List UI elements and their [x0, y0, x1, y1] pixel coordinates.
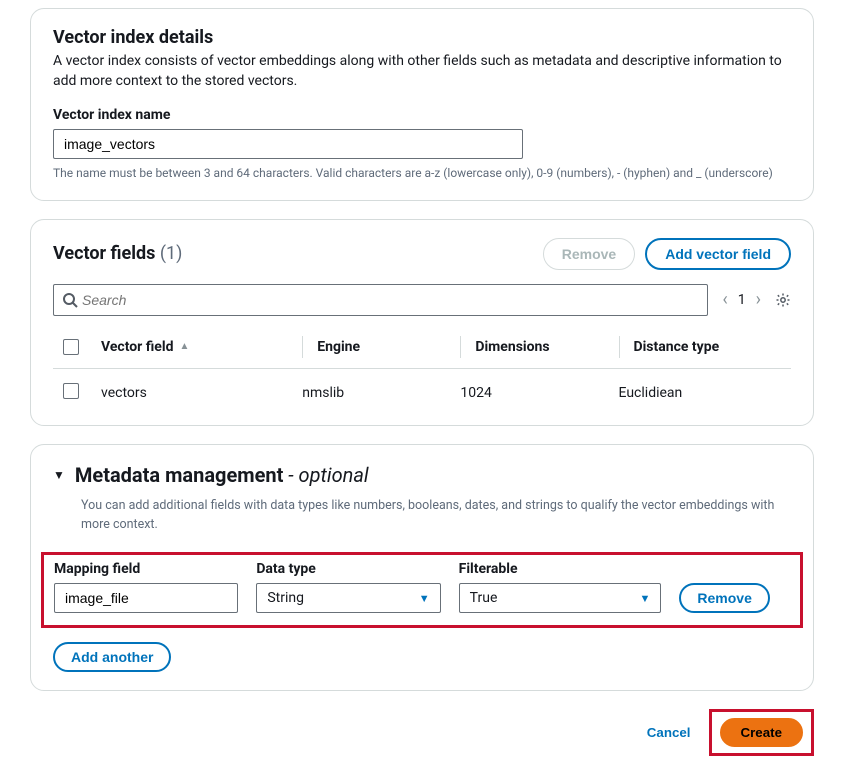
search-icon: [62, 292, 78, 308]
row-checkbox[interactable]: [63, 383, 79, 399]
remove-metadata-button[interactable]: Remove: [679, 583, 769, 613]
dropdown-icon: ▼: [640, 592, 651, 605]
vector-fields-panel: Vector fields (1) Remove Add vector fiel…: [30, 219, 814, 426]
index-name-input[interactable]: [53, 129, 523, 159]
data-type-value: String: [267, 590, 304, 606]
col-distance[interactable]: Distance type: [634, 339, 720, 355]
vector-fields-count: (1): [160, 243, 183, 264]
col-engine[interactable]: Engine: [317, 339, 360, 355]
vector-fields-title: Vector fields (1): [53, 243, 182, 264]
index-name-helper: The name must be between 3 and 64 charac…: [53, 165, 791, 182]
create-button-highlight: Create: [709, 709, 815, 756]
add-another-button[interactable]: Add another: [53, 642, 171, 672]
vector-fields-title-text: Vector fields: [53, 243, 155, 264]
metadata-description: You can add additional fields with data …: [81, 497, 791, 535]
add-vector-field-button[interactable]: Add vector field: [645, 238, 791, 270]
cell-distance: Euclidiean: [619, 385, 792, 401]
settings-icon[interactable]: [775, 292, 791, 308]
dropdown-icon: ▼: [419, 592, 430, 605]
col-filterable: Filterable: [459, 561, 662, 577]
col-vector-field[interactable]: Vector field: [101, 339, 173, 355]
create-button[interactable]: Create: [720, 718, 804, 747]
vector-fields-table-header: Vector field ▲ Engine Dimensions Distanc…: [53, 326, 791, 369]
search-box[interactable]: [53, 284, 708, 316]
col-data-type: Data type: [256, 561, 440, 577]
cell-engine: nmslib: [302, 385, 460, 401]
footer-actions: Cancel Create: [30, 709, 814, 756]
cell-dimensions: 1024: [460, 385, 618, 401]
next-page-icon[interactable]: ›: [756, 289, 761, 310]
filterable-value: True: [470, 590, 498, 606]
mapping-field-input[interactable]: [54, 583, 238, 613]
cell-vector-field: vectors: [101, 385, 302, 401]
metadata-optional-suffix: - optional: [283, 463, 368, 487]
table-row: vectors nmslib 1024 Euclidiean: [53, 369, 791, 407]
section-title: Vector index details: [53, 27, 791, 48]
filterable-select[interactable]: True ▼: [459, 583, 662, 613]
metadata-title-text: Metadata management: [75, 463, 283, 487]
search-input[interactable]: [78, 289, 699, 311]
metadata-row-highlight: Mapping field Data type Filterable Strin…: [41, 552, 803, 628]
index-name-label: Vector index name: [53, 107, 791, 123]
data-type-select[interactable]: String ▼: [256, 583, 440, 613]
select-all-checkbox[interactable]: [63, 339, 79, 355]
pager: ‹ 1 ›: [722, 289, 761, 310]
sort-icon[interactable]: ▲: [179, 341, 189, 352]
col-mapping-field: Mapping field: [54, 561, 238, 577]
prev-page-icon[interactable]: ‹: [722, 289, 727, 310]
collapse-icon[interactable]: ▼: [53, 468, 65, 482]
remove-vector-field-button[interactable]: Remove: [543, 238, 635, 270]
metadata-title: Metadata management - optional: [75, 463, 369, 487]
metadata-panel: ▼ Metadata management - optional You can…: [30, 444, 814, 692]
section-description: A vector index consists of vector embedd…: [53, 52, 791, 91]
page-number: 1: [738, 292, 746, 308]
vector-index-details-panel: Vector index details A vector index cons…: [30, 8, 814, 201]
cancel-button[interactable]: Cancel: [629, 719, 709, 746]
col-dimensions[interactable]: Dimensions: [475, 339, 549, 355]
